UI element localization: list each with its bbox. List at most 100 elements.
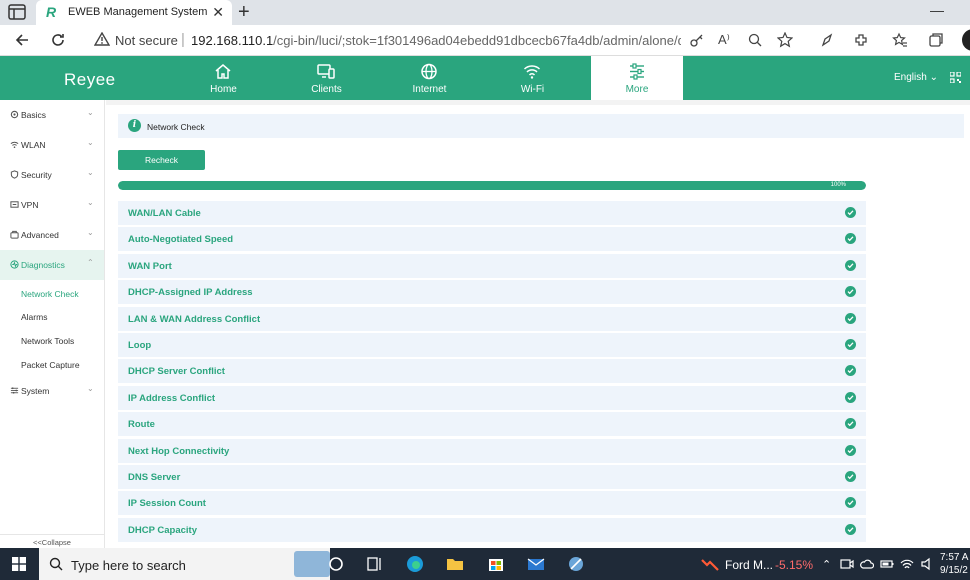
edge-browser-icon[interactable] (405, 554, 425, 574)
stock-name[interactable]: Ford M... (725, 558, 773, 572)
check-row[interactable]: Loop (118, 332, 866, 357)
meet-now-icon[interactable] (840, 557, 854, 571)
check-success-icon (845, 233, 856, 245)
chevron-down-icon: ⌄ (87, 138, 94, 147)
nav-clients[interactable]: Clients (275, 56, 378, 100)
check-row[interactable]: Next Hop Connectivity (118, 438, 866, 463)
back-icon[interactable] (14, 32, 30, 48)
file-explorer-icon[interactable] (445, 554, 465, 574)
chevron-down-icon: ⌄ (87, 384, 94, 393)
language-selector[interactable]: English ⌄ (894, 72, 938, 83)
check-name: LAN & WAN Address Conflict (128, 313, 261, 325)
close-tab-icon[interactable]: ✕ (212, 4, 224, 21)
section-header: i Network Check (118, 114, 964, 138)
check-name: DHCP Server Conflict (128, 366, 225, 378)
nav-home[interactable]: Home (172, 56, 275, 100)
pen-extension-icon[interactable] (820, 33, 834, 47)
qr-code-icon[interactable] (950, 72, 961, 83)
sidebar-item-wlan[interactable]: WLAN ⌄ (0, 130, 104, 160)
sidebar-subitem-packet-capture[interactable]: Packet Capture (21, 360, 80, 370)
profile-avatar[interactable] (962, 29, 970, 51)
content-top-strip (106, 100, 970, 105)
clock[interactable]: 7:57 A 9/15/2 (940, 551, 968, 577)
check-row[interactable]: Route (118, 412, 866, 437)
check-row[interactable]: LAN & WAN Address Conflict (118, 306, 866, 331)
sliders-icon (630, 63, 644, 80)
sidebar-item-advanced[interactable]: Advanced ⌄ (0, 220, 104, 250)
new-tab-button[interactable]: + (238, 1, 250, 24)
tab-actions-icon[interactable] (8, 4, 26, 20)
sidebar-subitem-network-tools[interactable]: Network Tools (21, 336, 74, 346)
check-success-icon (845, 365, 856, 377)
check-row[interactable]: Auto-Negotiated Speed (118, 227, 866, 252)
cortana-icon[interactable] (326, 554, 346, 574)
chevron-down-icon: ⌄ (87, 168, 94, 177)
sidebar-subitem-network-check[interactable]: Network Check (21, 289, 79, 299)
volume-icon[interactable] (920, 557, 934, 571)
sidebar-item-system[interactable]: System ⌄ (0, 376, 104, 406)
check-row[interactable]: DHCP Server Conflict (118, 359, 866, 384)
check-row[interactable]: DHCP Capacity (118, 517, 866, 542)
sidebar-item-diagnostics[interactable]: Diagnostics ⌃ (0, 250, 104, 280)
check-row[interactable]: WAN Port (118, 253, 866, 278)
shield-icon (10, 170, 19, 179)
wifi-tray-icon[interactable] (900, 557, 914, 571)
sidebar-item-vpn[interactable]: VPN ⌄ (0, 190, 104, 220)
recheck-button[interactable]: Recheck (118, 150, 205, 170)
clock-time: 7:57 A (940, 552, 969, 563)
clock-date: 9/15/2 (940, 565, 968, 576)
windows-start-icon[interactable] (12, 557, 26, 571)
chevron-up-icon: ⌃ (87, 258, 94, 267)
stock-down-icon (701, 559, 719, 571)
tray-overflow-icon[interactable]: ⌃ (822, 558, 831, 571)
check-name: Loop (128, 339, 152, 351)
app-shortcut-icon[interactable] (566, 554, 586, 574)
key-icon[interactable] (690, 33, 704, 47)
windows-taskbar: Type here to search Ford M... -5.15% ⌃ 7… (0, 548, 970, 580)
sidebar-subitem-alarms[interactable]: Alarms (21, 312, 47, 322)
chevron-down-icon: ⌄ (87, 198, 94, 207)
check-row[interactable]: DNS Server (118, 464, 866, 489)
mail-icon[interactable] (526, 554, 546, 574)
check-row[interactable]: IP Session Count (118, 491, 866, 516)
onedrive-icon[interactable] (860, 557, 874, 571)
favorite-add-icon[interactable] (777, 32, 793, 48)
battery-icon[interactable] (880, 557, 894, 571)
wifi-icon (523, 65, 541, 79)
read-aloud-icon[interactable]: A⁾ (718, 32, 730, 48)
collections-icon[interactable] (928, 32, 944, 48)
address-bar[interactable]: Not secure | 192.168.110.1/cgi-bin/luci/… (84, 28, 714, 53)
progress-percent: 100% (830, 182, 846, 188)
check-row[interactable]: DHCP-Assigned IP Address (118, 280, 866, 305)
sidebar-item-basics[interactable]: Basics ⌄ (0, 100, 104, 130)
check-success-icon (845, 418, 856, 430)
check-row[interactable]: WAN/LAN Cable (118, 201, 866, 225)
nav-wifi[interactable]: Wi-Fi (481, 56, 584, 100)
check-success-icon (845, 444, 856, 456)
sidebar-item-security[interactable]: Security ⌄ (0, 160, 104, 190)
zoom-icon[interactable] (748, 33, 762, 47)
url-text[interactable]: 192.168.110.1/cgi-bin/luci/;stok=1f30149… (191, 33, 681, 48)
collapse-button[interactable]: <<Collapse (0, 534, 104, 548)
tab-title: EWEB Management System (68, 6, 208, 18)
warning-icon[interactable] (94, 32, 110, 46)
check-success-icon (845, 312, 856, 324)
search-icon (49, 557, 63, 571)
stock-change: -5.15% (775, 558, 814, 572)
nav-more[interactable]: More (591, 56, 683, 100)
task-view-icon[interactable] (365, 554, 385, 574)
vpn-icon (10, 201, 19, 208)
check-row[interactable]: IP Address Conflict (118, 385, 866, 410)
check-success-icon (845, 391, 856, 403)
clients-icon (317, 64, 335, 79)
favorites-icon[interactable] (892, 32, 908, 48)
taskbar-search[interactable]: Type here to search (39, 548, 330, 580)
check-success-icon (845, 338, 856, 350)
refresh-icon[interactable] (50, 32, 66, 48)
nav-internet[interactable]: Internet (378, 56, 481, 100)
browser-tab[interactable]: R EWEB Management System ✕ (36, 0, 232, 25)
minimize-button[interactable]: — (930, 2, 944, 18)
microsoft-store-icon[interactable] (486, 554, 506, 574)
search-placeholder: Type here to search (71, 558, 186, 573)
extensions-icon[interactable] (853, 32, 869, 48)
